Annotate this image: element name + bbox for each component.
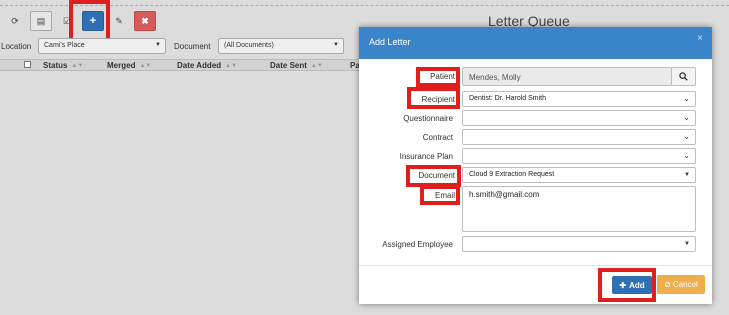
location-select[interactable]: Cami's Place ▼ [38, 38, 166, 54]
page: ⟳ ▤ ☑ + ✎ ✖ Letter Queue Location Cami's… [0, 0, 729, 315]
patient-search-button[interactable] [671, 67, 696, 86]
refresh-icon: ⟳ [11, 15, 19, 26]
list-button[interactable]: ▤ [30, 11, 52, 31]
edit-icon: ✎ [115, 15, 123, 26]
check-button[interactable]: ☑ [56, 11, 78, 31]
assigned-employee-select[interactable]: ▼ [462, 236, 696, 252]
modal-title: Add Letter [369, 37, 411, 47]
assigned-employee-label: Assigned Employee [382, 240, 453, 249]
chevron-down-icon: ▼ [155, 42, 161, 48]
questionnaire-label: Questionnaire [403, 114, 453, 123]
caret-down-icon: ▼ [684, 172, 690, 178]
modal-header: Add Letter × [359, 27, 712, 59]
plus-icon: ✚ [619, 280, 627, 290]
grid-header: Status ▲▼ Merged ▲▼ Date Added ▲▼ Date Sent… [0, 59, 360, 71]
chevron-down-icon: ⌄ [683, 132, 690, 141]
caret-down-icon: ▼ [684, 241, 690, 247]
cancel-button-label: Cancel [672, 280, 698, 289]
column-date-added[interactable]: Date Added ▲▼ [177, 61, 237, 70]
insurance-plan-select[interactable]: ⌄ [462, 148, 696, 164]
document-value: Cloud 9 Extraction Request [469, 171, 555, 178]
queue-toolbar: ⟳ ▤ ☑ + ✎ ✖ [4, 10, 156, 32]
email-value: h.smith@gmail.com [469, 190, 540, 199]
chevron-down-icon: ⌄ [683, 113, 690, 122]
email-textarea[interactable]: h.smith@gmail.com [462, 186, 696, 232]
add-button-label: Add [629, 280, 645, 290]
chevron-down-icon: ⌄ [683, 151, 690, 160]
patient-label: Patient [430, 72, 455, 81]
chevron-down-icon: ▼ [333, 42, 339, 48]
delete-button[interactable]: ✖ [134, 11, 156, 31]
contract-select[interactable]: ⌄ [462, 129, 696, 145]
patient-field[interactable]: Mendes, Molly [462, 67, 672, 86]
top-divider [0, 5, 729, 6]
document-filter-select[interactable]: (All Documents) ▼ [218, 38, 344, 54]
search-icon [679, 72, 688, 81]
email-label: Email [434, 191, 455, 200]
edit-button[interactable]: ✎ [108, 11, 130, 31]
location-value: Cami's Place [44, 42, 85, 49]
questionnaire-select[interactable]: ⌄ [462, 110, 696, 126]
cancel-button[interactable]: ⊘ Cancel [657, 275, 705, 294]
contract-label: Contract [422, 133, 453, 142]
document-filter-value: (All Documents) [224, 42, 274, 49]
recipient-label: Recipient [421, 95, 455, 104]
add-letter-modal: Add Letter × Patient Mendes, Molly Recip… [359, 27, 712, 304]
ban-icon: ⊘ [664, 280, 671, 289]
document-filter-label: Document [174, 42, 211, 51]
insurance-plan-label: Insurance Plan [399, 152, 453, 161]
chevron-down-icon: ⌄ [683, 94, 690, 103]
add-letter-button[interactable]: + [82, 11, 104, 31]
column-date-sent[interactable]: Date Sent ▲▼ [270, 61, 323, 70]
document-label: Document [418, 171, 455, 180]
column-status[interactable]: Status ▲▼ [43, 61, 83, 70]
footer-divider [359, 265, 712, 266]
location-label: Location [1, 42, 32, 51]
document-select[interactable]: Cloud 9 Extraction Request ▼ [462, 167, 696, 183]
delete-icon: ✖ [141, 15, 149, 26]
close-icon[interactable]: × [697, 33, 703, 44]
column-merged[interactable]: Merged ▲▼ [107, 61, 151, 70]
plus-icon: + [89, 15, 97, 27]
recipient-select[interactable]: Dentist: Dr. Harold Smith ⌄ [462, 91, 696, 107]
patient-value: Mendes, Molly [469, 73, 521, 82]
select-all-checkbox[interactable] [24, 61, 31, 68]
refresh-button[interactable]: ⟳ [4, 11, 26, 31]
add-button[interactable]: ✚ Add [612, 276, 652, 294]
list-icon: ▤ [36, 15, 46, 26]
check-icon: ☑ [62, 15, 72, 26]
recipient-value: Dentist: Dr. Harold Smith [469, 95, 547, 102]
